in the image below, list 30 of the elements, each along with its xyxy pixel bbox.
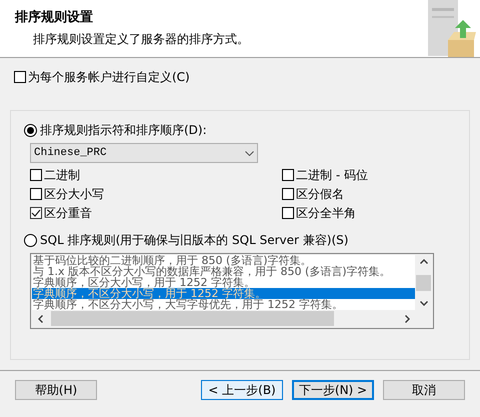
chevron-left-icon <box>38 314 43 322</box>
list-item[interactable]: 与 1.x 版本不区分大小写的数据库严格兼容，用于 850 (多语言)字符集。 <box>32 266 415 277</box>
check-icon <box>31 209 41 217</box>
list-item[interactable]: 基于码位比较的二进制顺序，用于 850 (多语言)字符集。 <box>32 255 415 266</box>
wizard-button[interactable]: 帮助(H) <box>15 380 97 400</box>
wizard-button[interactable]: < 上一步(B) <box>201 380 283 400</box>
option-checkbox[interactable]: 区分大小写 <box>30 185 282 203</box>
option-checkbox[interactable]: 区分假名 <box>282 185 456 203</box>
option-checkbox[interactable]: 二进制 - 码位 <box>282 166 456 184</box>
customize-checkbox[interactable]: 为每个服务帐户进行自定义(C) <box>14 68 466 86</box>
scroll-thumb[interactable] <box>51 311 334 326</box>
scroll-thumb[interactable] <box>416 274 431 290</box>
chevron-down-icon <box>420 301 428 306</box>
chevron-down-icon <box>245 150 254 156</box>
list-item[interactable]: 字典顺序，不区分大小写，大写字母优先，用于 1252 字符集。 <box>32 299 415 310</box>
sql-collation-list[interactable]: 基于码位比较的二进制顺序，用于 850 (多语言)字符集。 与 1.x 版本不区分大小写的数据库严格兼容，用于 850 (多语言)字符集。 字典顺序，区分大小写，用于 1252 字符集。 字典顺序，不区分大小写，用于 1252 字符集。 字典顺序，不区分大小写，大写字母优先，用于 1252 字符集。 <box>30 253 434 329</box>
chevron-up-icon <box>420 259 428 264</box>
vertical-scrollbar[interactable] <box>415 255 432 310</box>
chevron-right-icon <box>405 314 410 322</box>
option-checkbox[interactable]: 二进制 <box>30 166 282 184</box>
option-checkbox[interactable]: 区分重音 <box>30 204 282 222</box>
wizard-button[interactable]: 下一步(N) > <box>292 380 374 400</box>
collation-dropdown[interactable]: Chinese_PRC <box>30 143 258 163</box>
sql-collation-radio[interactable]: SQL 排序规则(用于确保与旧版本的 SQL Server 兼容)(S) <box>24 231 456 249</box>
wizard-button[interactable]: 取消 <box>383 380 465 400</box>
collation-radio[interactable]: 排序规则指示符和排序顺序(D): <box>24 121 456 139</box>
page-subtitle: 排序规则设置定义了服务器的排序方式。 <box>32 30 249 48</box>
option-checkbox[interactable]: 区分全半角 <box>282 204 456 222</box>
list-item[interactable]: 字典顺序，区分大小写，用于 1252 字符集。 <box>32 277 415 288</box>
page-title: 排序规则设置 <box>15 8 94 27</box>
